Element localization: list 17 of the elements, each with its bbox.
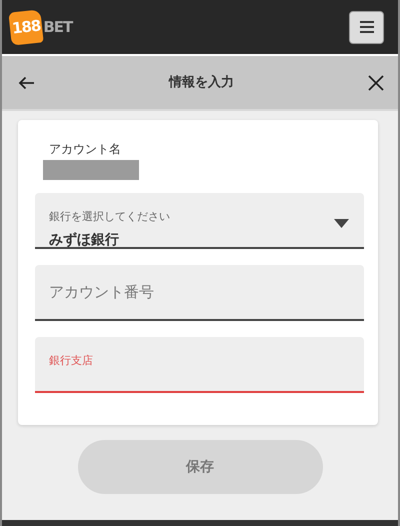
selected-value: みずほ銀行 [49,232,119,250]
input-field[interactable]: アカウント番号 [35,265,364,321]
menu-icon [360,21,374,33]
back-arrow-icon [18,76,35,90]
logo-text: BET [43,16,72,38]
logo-mark: 188 [8,9,44,45]
field-label: 銀行を選択してください [49,210,170,224]
close-button[interactable] [368,74,384,90]
input-field[interactable]: 銀行支店 [35,337,364,393]
back-button[interactable] [18,76,35,90]
menu-button[interactable] [349,10,384,44]
field-label: アカウント名 [49,141,121,158]
page-title: 情報を入力 [169,74,234,92]
close-icon [368,74,384,90]
caret-icon [334,219,349,228]
bank-select[interactable]: 銀行を選択してください みずほ銀行 [35,193,364,249]
field-label: 銀行支店 [49,354,93,368]
